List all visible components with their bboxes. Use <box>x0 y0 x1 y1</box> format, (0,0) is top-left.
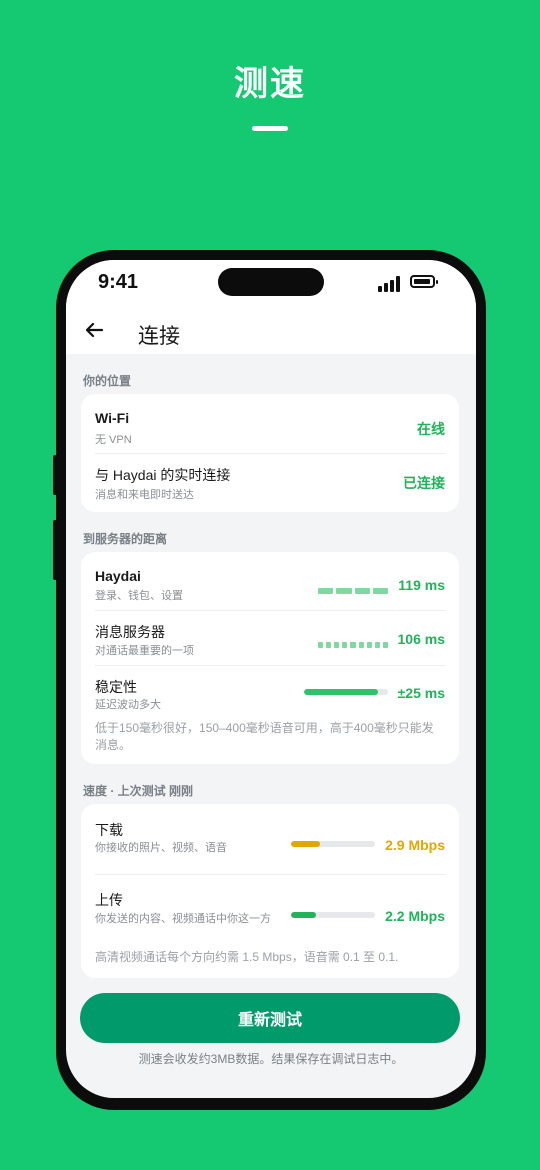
status-time: 9:41 <box>98 271 139 293</box>
latency-value: 119 ms <box>398 577 445 593</box>
section-label-distance: 到服务器的距离 <box>83 532 168 546</box>
retest-button[interactable]: 重新测试 <box>80 993 460 1043</box>
latency-segment <box>374 642 380 648</box>
section-label-speed: 速度 · 上次测试 刚刚 <box>83 784 193 798</box>
row-subtitle: 登录、钱包、设置 <box>95 590 183 602</box>
divider <box>95 453 445 454</box>
row-subtitle: 消息和来电即时送达 <box>95 489 194 501</box>
row-title: 消息服务器 <box>95 624 165 640</box>
page-title: 连接 <box>138 325 180 348</box>
latency-segment <box>372 588 388 594</box>
latency-note: 低于150毫秒很好，150–400毫秒语音可用，高于400毫秒只能发消息。 <box>95 721 434 752</box>
location-card: Wi-Fi 无 VPN 在线 与 Haydai 的实时连接 消息和来电即时送达 … <box>81 394 459 512</box>
top-bar: 9:41 连接 <box>66 260 476 354</box>
latency-value: ±25 ms <box>397 685 445 701</box>
hero-title: 测速 <box>234 65 306 103</box>
latency-segment <box>382 642 388 648</box>
divider <box>95 665 445 666</box>
row-title: 上传 <box>95 892 123 908</box>
latency-segment <box>318 588 334 594</box>
download-speed-bar-fill <box>291 841 321 847</box>
row-title: Wi-Fi <box>95 410 130 426</box>
status-badge: 已连接 <box>403 475 445 491</box>
back-button[interactable] <box>82 318 106 342</box>
latency-segment-bar <box>318 642 388 648</box>
phone-screen: 9:41 连接 你的位置 Wi-Fi 无 VPN 在线 与 Haydai 的实时… <box>66 260 476 1098</box>
arrow-left-icon <box>85 322 104 338</box>
row-subtitle: 你发送的内容、视频通话中你这一方 <box>95 913 271 925</box>
latency-segment <box>354 588 370 594</box>
status-badge: 在线 <box>417 421 445 437</box>
signal-icon <box>378 276 402 292</box>
row-subtitle: 对通话最重要的一项 <box>95 645 194 657</box>
latency-segment-bar <box>318 588 388 594</box>
row-subtitle: 延迟波动多大 <box>95 699 161 711</box>
upload-speed-bar-fill <box>291 912 317 918</box>
section-label-location: 你的位置 <box>83 374 132 388</box>
stability-bar <box>304 689 388 695</box>
latency-segment <box>342 642 348 648</box>
latency-segment <box>334 642 340 648</box>
stability-bar-fill <box>304 689 378 695</box>
latency-segment <box>366 642 372 648</box>
row-title: 与 Haydai 的实时连接 <box>95 467 231 483</box>
upload-speed-bar <box>291 912 375 918</box>
phone-frame: 9:41 连接 你的位置 Wi-Fi 无 VPN 在线 与 Haydai 的实时… <box>56 250 486 1110</box>
hero-underline <box>252 126 288 131</box>
latency-value: 106 ms <box>397 631 445 647</box>
latency-segment <box>326 642 332 648</box>
download-speed-bar <box>291 841 375 847</box>
latency-segment <box>350 642 356 648</box>
battery-icon <box>410 275 438 288</box>
speed-note: 高清视频通话每个方向约需 1.5 Mbps，语音需 0.1 至 0.1. <box>95 950 399 964</box>
download-speed-value: 2.9 Mbps <box>385 837 445 853</box>
row-subtitle: 无 VPN <box>95 434 132 446</box>
latency-segment <box>358 642 364 648</box>
latency-segment <box>336 588 352 594</box>
speed-card: 下载 你接收的照片、视频、语音 2.9 Mbps 上传 你发送的内容、视频通话中… <box>81 804 459 978</box>
row-title: Haydai <box>95 568 141 584</box>
upload-speed-value: 2.2 Mbps <box>385 908 445 924</box>
distance-card: Haydai 登录、钱包、设置 119 ms 消息服务器 对通话最重要的一项 1… <box>81 552 459 764</box>
footer-note: 测速会收发约3MB数据。结果保存在调试日志中。 <box>138 1052 404 1066</box>
row-subtitle: 你接收的照片、视频、语音 <box>95 842 227 854</box>
divider <box>95 610 445 611</box>
row-title: 稳定性 <box>95 679 137 695</box>
dynamic-island <box>218 268 324 296</box>
latency-segment <box>318 642 324 648</box>
divider <box>95 874 445 875</box>
row-title: 下载 <box>95 822 123 838</box>
